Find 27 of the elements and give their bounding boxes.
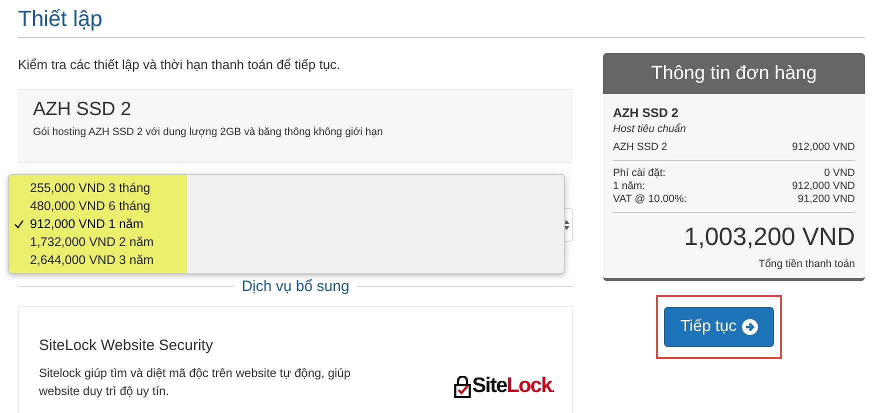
logo-text: SiteLock.: [472, 376, 554, 398]
section-heading: Dịch vụ bổ sung: [242, 278, 350, 294]
addon-description: Sitelock giúp tìm và diệt mã độc trên website tự động, giúp website duy trì độ uy tín.: [39, 365, 352, 400]
addon-name: SiteLock Website Security: [39, 337, 214, 354]
fee-value: 912,000 VND: [792, 180, 855, 193]
dropdown-option[interactable]: 912,000 VND 1 năm: [9, 215, 187, 233]
product-description: Gói hosting AZH SSD 2 với dung lượng 2GB và băng thông không giới hạn: [33, 126, 384, 138]
dropdown-option[interactable]: 2,644,000 VND 3 năm: [9, 251, 187, 269]
fee-label: Phí cài đặt:: [613, 167, 666, 180]
fee-label: VAT @ 10.00%:: [613, 193, 687, 206]
continue-button[interactable]: Tiếp tục: [664, 307, 774, 347]
product-name: AZH SSD 2: [33, 99, 132, 121]
dropdown-option[interactable]: 1,732,000 VND 2 năm: [9, 233, 187, 251]
fee-value: 91,200 VND: [798, 193, 855, 206]
line-price: 912,000 VND: [792, 141, 855, 153]
page-title: Thiết lập: [18, 0, 865, 38]
line-label: AZH SSD 2: [613, 141, 668, 153]
product-name: AZH SSD 2: [613, 106, 680, 120]
fee-value: 0 VND: [824, 167, 855, 180]
total-amount: 1,003,200 VND: [683, 223, 855, 252]
dropdown-option[interactable]: 255,000 VND 3 tháng: [9, 179, 187, 197]
dropdown-option[interactable]: 480,000 VND 6 tháng: [9, 197, 187, 215]
summary-title: Thông tin đơn hàng: [603, 53, 865, 94]
intro-text: Kiểm tra các thiết lập và thời hạn thanh toán để tiếp tục.: [18, 57, 342, 72]
fee-label: 1 năm:: [613, 180, 646, 193]
total-label: Tổng tiền thanh toán: [758, 258, 855, 270]
product-group: Host tiêu chuẩn: [613, 123, 855, 135]
